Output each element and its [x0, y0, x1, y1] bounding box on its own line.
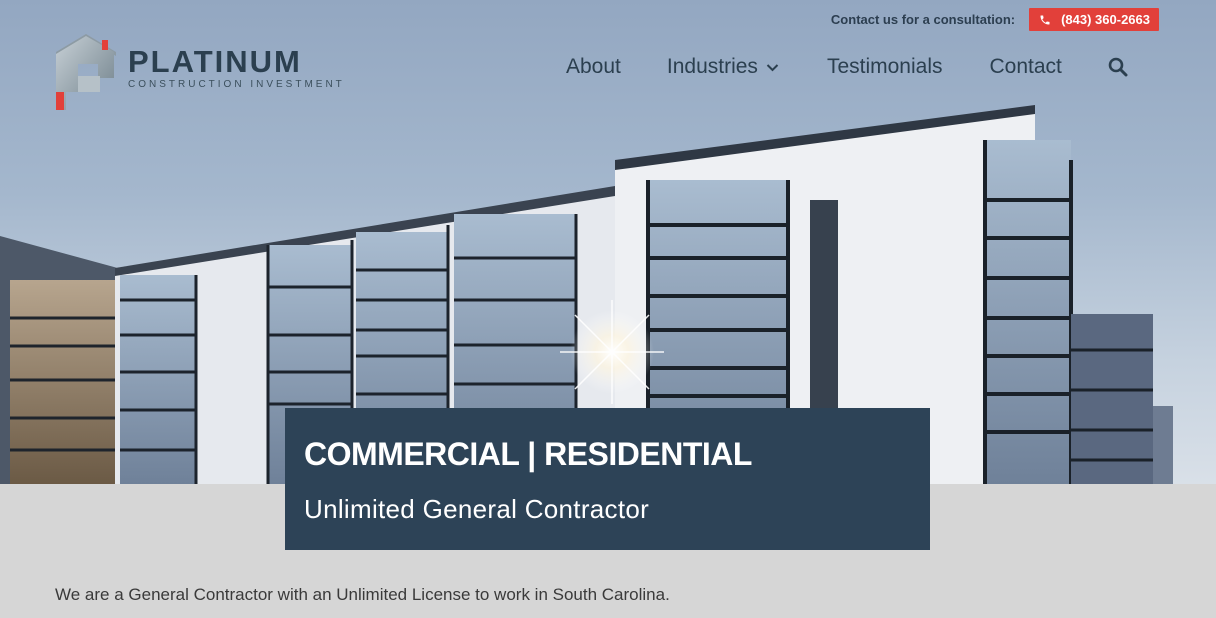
nav-about[interactable]: About: [566, 54, 621, 80]
nav-testimonials[interactable]: Testimonials: [827, 54, 943, 80]
logo-name: PLATINUM: [128, 44, 302, 79]
phone-button[interactable]: (843) 360-2663: [1029, 8, 1159, 31]
site-logo[interactable]: PLATINUM CONSTRUCTION INVESTMENT: [54, 32, 345, 112]
nav-industries[interactable]: Industries: [667, 54, 779, 80]
search-icon[interactable]: [1108, 57, 1128, 77]
phone-icon: [1040, 15, 1050, 24]
banner-subtitle: Unlimited General Contractor: [304, 494, 650, 524]
hero-banner: COMMERCIAL | RESIDENTIAL Unlimited Gener…: [285, 408, 930, 550]
main-nav: About Industries Testimonials Contact: [566, 54, 1128, 80]
banner-title: COMMERCIAL | RESIDENTIAL: [304, 436, 752, 472]
intro-text: We are a General Contractor with an Unli…: [55, 585, 670, 604]
top-contact-bar: Contact us for a consultation: (843) 360…: [831, 8, 1159, 31]
consultation-text: Contact us for a consultation:: [830, 12, 1016, 27]
phone-number: (843) 360-2663: [1061, 12, 1150, 27]
platinum-logo-mark: [56, 34, 116, 110]
nav-industries-label: Industries: [666, 55, 758, 78]
logo-tagline: CONSTRUCTION INVESTMENT: [128, 79, 345, 90]
chevron-down-icon: [766, 63, 779, 71]
nav-contact[interactable]: Contact: [989, 54, 1061, 80]
